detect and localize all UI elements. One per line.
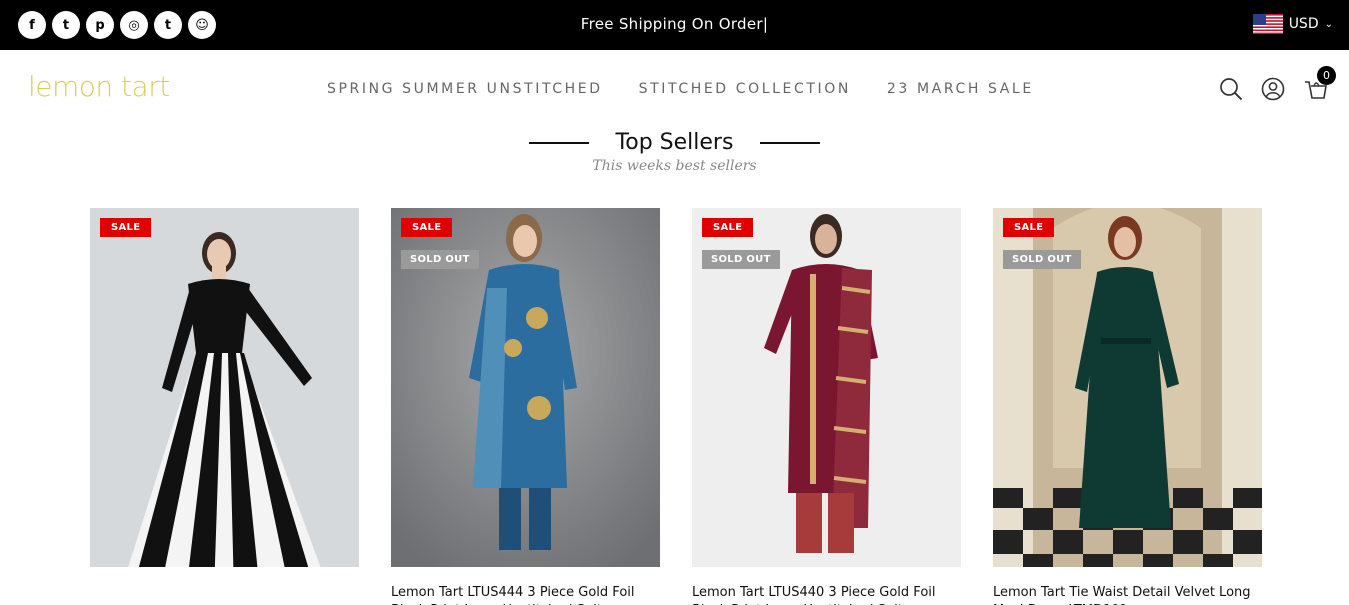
currency-label: USD: [1288, 16, 1319, 32]
sold-out-badge: SOLD OUT: [1003, 250, 1081, 269]
product-image[interactable]: SALE: [90, 208, 359, 567]
nav-stitched-collection[interactable]: STITCHED COLLECTION: [639, 81, 851, 97]
top-bar: f t p ◎ t ☺ Free Shipping On Order| USD …: [0, 0, 1349, 50]
product-title[interactable]: [90, 584, 359, 605]
nav-spring-summer-unstitched[interactable]: SPRING SUMMER UNSTITCHED: [327, 81, 603, 97]
cart-icon[interactable]: 0: [1303, 66, 1336, 102]
search-icon[interactable]: [1219, 76, 1243, 102]
section-subtitle: This weeks best sellers: [592, 158, 757, 174]
site-logo[interactable]: lemon tart: [28, 70, 170, 103]
product-image[interactable]: SALE SOLD OUT: [692, 208, 961, 567]
product-image[interactable]: SALE SOLD OUT: [391, 208, 660, 567]
sale-badge: SALE: [401, 218, 453, 237]
product-card[interactable]: SALE SOLD OUT Lemon Tart Tie Waist Detai…: [993, 208, 1262, 605]
sale-badge: SALE: [702, 218, 754, 237]
product-card[interactable]: SALE SOLD OUT Lemon Tart LTUS444 3 Piece…: [391, 208, 660, 605]
main-nav: SPRING SUMMER UNSTITCHED STITCHED COLLEC…: [327, 81, 1070, 97]
section-title: Top Sellers: [615, 130, 734, 155]
account-icon[interactable]: [1261, 76, 1285, 102]
product-card[interactable]: SALE: [90, 208, 359, 605]
product-image[interactable]: SALE SOLD OUT: [993, 208, 1262, 567]
currency-selector[interactable]: USD ⌄: [1252, 14, 1333, 34]
sale-badge: SALE: [100, 218, 152, 237]
sale-badge: SALE: [1003, 218, 1055, 237]
sold-out-badge: SOLD OUT: [401, 250, 479, 269]
product-card[interactable]: SALE SOLD OUT Lemon Tart LTUS440 3 Piece…: [692, 208, 961, 605]
announcement-text: Free Shipping On Order|: [580, 15, 769, 33]
header-icons: 0: [1219, 66, 1336, 102]
nav-23-march-sale[interactable]: 23 MARCH SALE: [887, 81, 1034, 97]
chevron-down-icon: ⌄: [1324, 18, 1333, 30]
us-flag-icon: [1252, 14, 1283, 34]
product-title[interactable]: Lemon Tart LTUS444 3 Piece Gold Foil Blo…: [391, 584, 660, 605]
product-title[interactable]: Lemon Tart LTUS440 3 Piece Gold Foil Blo…: [692, 584, 961, 605]
product-grid: SALE SALE SOLD OUT Lemon Tart LTUS444 3 …: [90, 208, 1262, 605]
product-title[interactable]: Lemon Tart Tie Waist Detail Velvet Long …: [993, 584, 1262, 605]
sold-out-badge: SOLD OUT: [702, 250, 780, 269]
cart-count-badge: 0: [1317, 66, 1336, 85]
